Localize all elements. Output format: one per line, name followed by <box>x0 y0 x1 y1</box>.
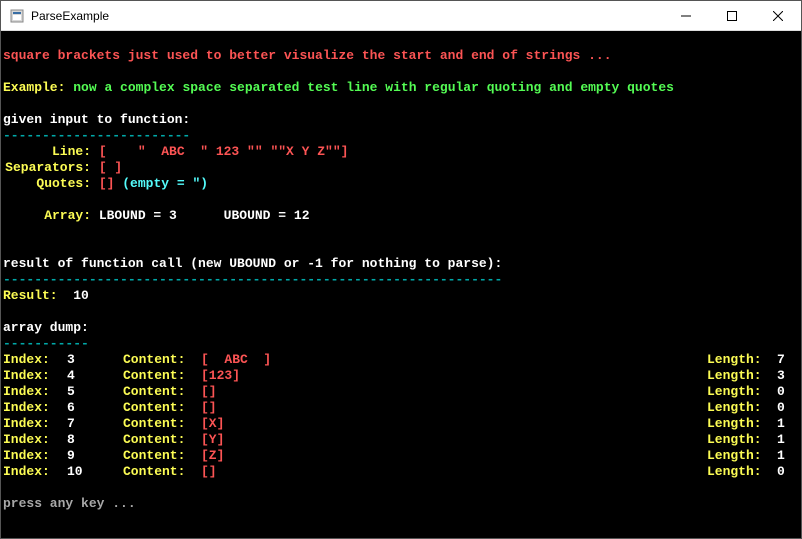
window-title: ParseExample <box>31 9 663 23</box>
brackets-note: square brackets just used to better visu… <box>3 48 612 63</box>
length-value: 3 <box>777 368 799 384</box>
table-row: Index:10Content:[]Length:0 <box>3 464 799 480</box>
length-label: Length: <box>707 464 777 480</box>
maximize-button[interactable] <box>709 1 755 31</box>
length-label: Length: <box>707 352 777 368</box>
content-value: [Z] <box>201 448 707 464</box>
content-value: [Y] <box>201 432 707 448</box>
content-label: Content: <box>123 448 201 464</box>
index-value: 10 <box>67 464 123 480</box>
length-value: 1 <box>777 416 799 432</box>
content-label: Content: <box>123 352 201 368</box>
given-title: given input to function: <box>3 112 190 127</box>
app-icon <box>9 8 25 24</box>
ubound-value: 12 <box>294 208 310 223</box>
index-label: Index: <box>3 432 67 448</box>
table-row: Index:7Content:[X]Length:1 <box>3 416 799 432</box>
content-label: Content: <box>123 464 201 480</box>
index-label: Index: <box>3 400 67 416</box>
length-value: 7 <box>777 352 799 368</box>
rule: ------------------------ <box>3 128 190 143</box>
result-value: 10 <box>73 288 89 303</box>
length-label: Length: <box>707 416 777 432</box>
length-label: Length: <box>707 448 777 464</box>
index-label: Index: <box>3 464 67 480</box>
length-value: 0 <box>777 400 799 416</box>
dump-title: array dump: <box>3 320 89 335</box>
line-label: Line: <box>3 144 91 160</box>
console-area: square brackets just used to better visu… <box>1 31 801 538</box>
index-label: Index: <box>3 352 67 368</box>
result-label: Result: <box>3 288 58 303</box>
close-button[interactable] <box>755 1 801 31</box>
quotes-label: Quotes: <box>3 176 91 192</box>
example-label: Example: <box>3 80 65 95</box>
separators-label: Separators: <box>3 160 91 176</box>
length-label: Length: <box>707 400 777 416</box>
quotes-value: [] <box>99 176 115 191</box>
table-row: Index:8Content:[Y]Length:1 <box>3 432 799 448</box>
content-label: Content: <box>123 432 201 448</box>
quotes-note: (empty = ") <box>122 176 208 191</box>
content-value: [] <box>201 464 707 480</box>
index-value: 6 <box>67 400 123 416</box>
index-label: Index: <box>3 384 67 400</box>
index-value: 7 <box>67 416 123 432</box>
content-value: [123] <box>201 368 707 384</box>
lbound-value: 3 <box>169 208 177 223</box>
rule: ----------------------------------------… <box>3 272 502 287</box>
app-window: ParseExample square brackets just used t… <box>0 0 802 539</box>
line-value: [ " ABC " 123 "" ""X Y Z""] <box>99 144 349 159</box>
result-title: result of function call (new UBOUND or -… <box>3 256 502 271</box>
example-text: now a complex space separated test line … <box>73 80 674 95</box>
minimize-button[interactable] <box>663 1 709 31</box>
array-label: Array: <box>3 208 91 224</box>
content-value: [] <box>201 400 707 416</box>
content-label: Content: <box>123 416 201 432</box>
content-label: Content: <box>123 384 201 400</box>
lbound-label: LBOUND = <box>99 208 161 223</box>
index-value: 3 <box>67 352 123 368</box>
separators-value: [ ] <box>99 160 122 175</box>
index-value: 9 <box>67 448 123 464</box>
length-value: 1 <box>777 432 799 448</box>
window-controls <box>663 1 801 31</box>
table-row: Index:5Content:[]Length:0 <box>3 384 799 400</box>
table-row: Index:3Content:[ ABC ]Length:7 <box>3 352 799 368</box>
content-value: [X] <box>201 416 707 432</box>
table-row: Index:9Content:[Z]Length:1 <box>3 448 799 464</box>
content-value: [] <box>201 384 707 400</box>
press-any-key: press any key ... <box>3 496 136 511</box>
index-value: 4 <box>67 368 123 384</box>
index-value: 8 <box>67 432 123 448</box>
length-label: Length: <box>707 384 777 400</box>
content-value: [ ABC ] <box>201 352 707 368</box>
table-row: Index:6Content:[]Length:0 <box>3 400 799 416</box>
content-label: Content: <box>123 368 201 384</box>
titlebar[interactable]: ParseExample <box>1 1 801 31</box>
index-label: Index: <box>3 448 67 464</box>
length-value: 0 <box>777 464 799 480</box>
ubound-label: UBOUND = <box>224 208 286 223</box>
content-label: Content: <box>123 400 201 416</box>
length-label: Length: <box>707 368 777 384</box>
length-value: 0 <box>777 384 799 400</box>
index-value: 5 <box>67 384 123 400</box>
length-label: Length: <box>707 432 777 448</box>
rule: ----------- <box>3 336 89 351</box>
index-label: Index: <box>3 416 67 432</box>
length-value: 1 <box>777 448 799 464</box>
table-row: Index:4Content:[123]Length:3 <box>3 368 799 384</box>
index-label: Index: <box>3 368 67 384</box>
